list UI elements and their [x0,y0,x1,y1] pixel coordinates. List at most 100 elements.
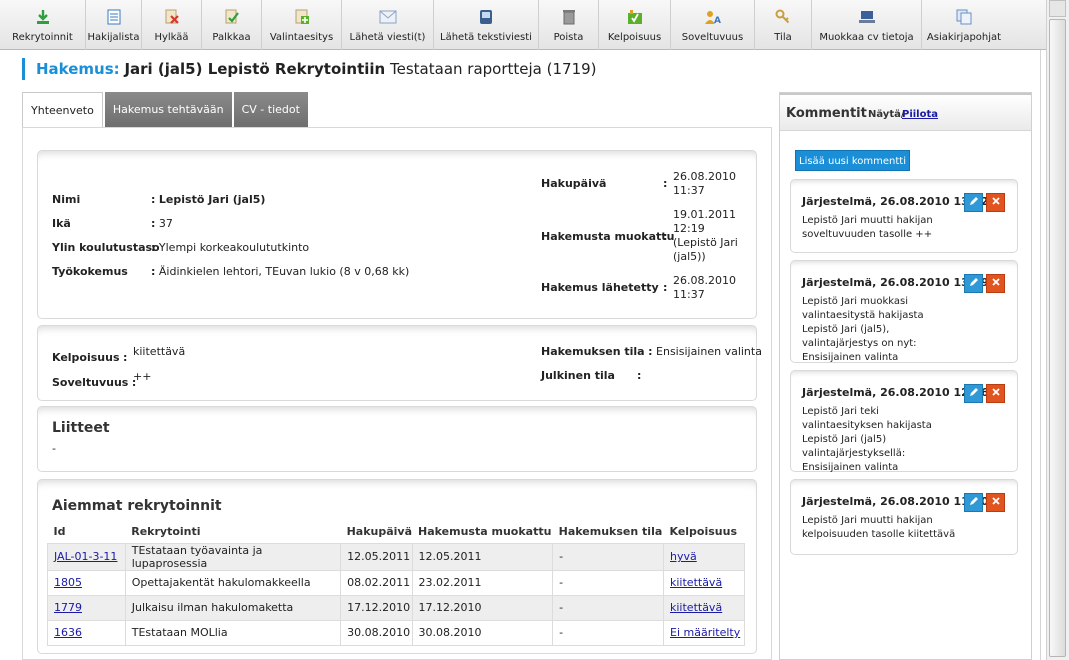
comment-card: Järjestelmä, 26.08.2010 13:12 Lepistö Ja… [790,179,1018,253]
suitability-value: ++ [133,370,152,383]
comment-text: Lepistö Jari muutti hakijan kelpoisuuden… [802,515,956,540]
column-header-applied[interactable]: Hakupäivä [341,521,412,543]
recruitment-id-link[interactable]: 1805 [54,576,82,589]
tab-yhteenveto[interactable]: Yhteenveto [22,92,103,128]
toolbar-button-tila[interactable]: Tila [755,0,812,50]
laptop-icon [858,8,876,26]
svg-text:A: A [714,16,721,25]
close-icon [991,196,1001,209]
attachments-title: Liitteet [52,420,110,436]
trash-icon [560,8,578,26]
comment-card: Järjestelmä, 26.08.2010 11:50 Lepistö Ja… [790,479,1018,555]
toolbar-button-poista[interactable]: Poista [539,0,599,50]
add-comment-button[interactable]: Lisää uusi kommentti [795,150,910,171]
download-icon [34,8,52,26]
recruitment-status: - [552,594,664,621]
recruitment-name: TEstataan MOLlia [124,619,342,646]
page-title-lead: Hakemus: [36,60,120,78]
toolbar-button-laheta-tekstiviesti[interactable]: Lähetä tekstiviesti [434,0,539,50]
edit-comment-button[interactable] [964,274,983,293]
table-row: JAL-01-3-11 TEstataan työavainta ja lupa… [47,542,745,571]
comment-text: Lepistö Jari teki valintaesityksen hakij… [802,406,932,473]
comment-text: Lepistö Jari muokkasi valintaesitystä ha… [802,296,924,363]
recruitment-id-link[interactable]: 1779 [54,601,82,614]
delete-comment-button[interactable] [986,274,1005,293]
recruitment-name: Julkaisu ilman hakulomaketta [124,594,342,621]
toolbar-button-kelpoisuus[interactable]: Kelpoisuus [599,0,671,50]
toolbar-button-hakijalista[interactable]: Hakijalista [86,0,142,50]
modified-label: Hakemusta muokattu [541,230,675,243]
toolbar-button-muokkaa-cv[interactable]: Muokkaa cv tietoja [812,0,922,50]
edit-comment-button[interactable] [964,384,983,403]
attachments-panel [37,406,757,472]
close-icon [991,277,1001,290]
pencil-icon [968,277,979,291]
education-value: Ylempi korkeakoulututkinto [158,241,310,254]
toolbar-button-rekrytoinnit[interactable]: Rekrytoinnit [0,0,86,50]
column-header-status[interactable]: Hakemuksen tila [553,521,664,543]
scroll-thumb[interactable] [1049,19,1066,657]
public-status-row: Julkinen tila [541,369,615,382]
page-title: Hakemus: Jari (jal5) Lepistö Rekrytointi… [22,58,597,80]
close-icon [991,387,1001,400]
column-header-modified[interactable]: Hakemusta muokattu [412,521,553,543]
previous-recruitments-title: Aiemmat rekrytoinnit [52,498,222,514]
comment-title: Järjestelmä, 26.08.2010 11:50 [802,495,989,508]
suitability-label: Soveltuvuus [52,376,129,389]
toolbar-button-soveltuvuus[interactable]: A Soveltuvuus [671,0,755,50]
column-header-recruitment[interactable]: Rekrytointi [125,521,340,543]
edit-comment-button[interactable] [964,493,983,512]
toolbar-button-laheta-viesti[interactable]: Lähetä viesti(t) [342,0,434,50]
previous-recruitments-table: Id Rekrytointi Hakupäivä Hakemusta muoka… [47,521,745,646]
qualification-value: kiitettävä [133,345,186,358]
recruitment-applied: 17.12.2010 [340,594,413,621]
experience-value: Äidinkielen lehtori, TEuvan lukio (8 v 0… [158,265,410,278]
tab-hakemus-tehtavaan[interactable]: Hakemus tehtävään [104,92,232,128]
recruitment-modified: 17.12.2010 [411,594,554,621]
comment-title: Järjestelmä, 26.08.2010 12:46 [802,386,989,399]
column-header-id[interactable]: Id [48,521,126,543]
tab-cv-tiedot[interactable]: CV - tiedot [233,92,308,128]
experience-row: Työkokemus [52,265,128,278]
mail-icon [379,8,397,26]
vertical-scrollbar[interactable] [1046,0,1069,660]
toolbar-button-asiakirjapohjat[interactable]: Asiakirjapohjat [922,0,1006,50]
tab-bar: Yhteenveto Hakemus tehtävään CV - tiedot [22,92,310,128]
recruitment-id-link[interactable]: 1636 [54,626,82,639]
qualification-link[interactable]: Ei määritelty [670,626,740,639]
toolbar-button-valintaesitys[interactable]: Valintaesitys [262,0,342,50]
column-header-qualification[interactable]: Kelpoisuus [664,521,745,543]
comments-hide-link[interactable]: Piilota [902,109,938,120]
documents-icon [955,8,973,26]
recruitment-status: - [552,619,664,646]
recruitment-name: TEstataan työavainta ja lupaprosessia [124,542,342,571]
comments-show-link[interactable]: Näytä/ [868,109,905,120]
applied-row: Hakupäivä [541,177,606,190]
edit-comment-button[interactable] [964,193,983,212]
suitability-icon: A [704,8,722,26]
delete-comment-button[interactable] [986,493,1005,512]
edu-value-row: : Ylempi korkeakoulututkinto [151,241,310,254]
key-icon [774,8,792,26]
toolbar-button-palkkaa[interactable]: Palkkaa [202,0,262,50]
toolbar: Rekrytoinnit Hakijalista Hylkää Palkkaa … [0,0,1046,50]
toolbar-button-hylkaa[interactable]: Hylkää [142,0,202,50]
sent-value: 26.08.2010 11:37 [673,274,736,301]
recruitment-modified: 30.08.2010 [411,619,554,646]
pencil-icon [968,387,979,401]
close-icon [991,496,1001,509]
attachments-value: - [52,442,56,455]
delete-comment-button[interactable] [986,193,1005,212]
qualification-link[interactable]: kiitettävä [670,576,722,589]
delete-comment-button[interactable] [986,384,1005,403]
qualification-link[interactable]: hyvä [670,550,697,563]
comments-panel: Kommentit Näytä/ Piilota Lisää uusi komm… [779,92,1032,660]
list-icon [105,8,123,26]
applied-value: 26.08.2010 11:37 [673,170,736,197]
recruitment-id-link[interactable]: JAL-01-3-11 [54,550,117,563]
recruitment-applied: 30.08.2010 [340,619,413,646]
sent-label: Hakemus lähetetty [541,281,659,294]
qualification-link[interactable]: kiitettävä [670,601,722,614]
page-title-rest: Testataan raportteja (1719) [390,60,597,78]
scroll-up-button[interactable] [1049,0,1066,17]
